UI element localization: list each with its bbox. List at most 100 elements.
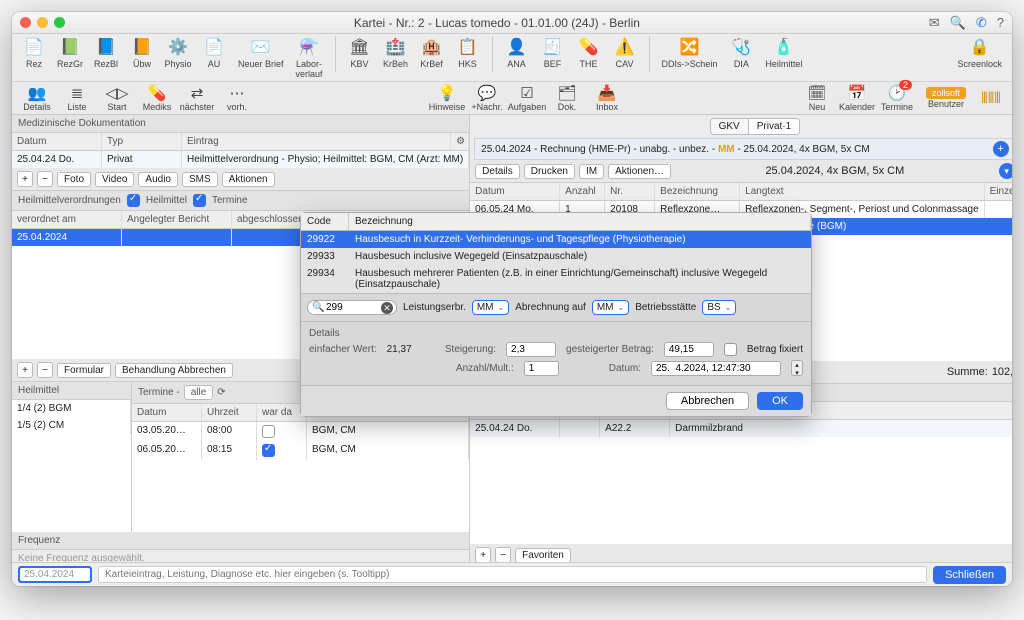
diag-add-button[interactable]: +	[475, 547, 491, 563]
heilmittel-row[interactable]: 1/4 (2) BGM	[12, 400, 131, 417]
nachr-button[interactable]: 💬+Nachr.	[468, 84, 506, 112]
datum-input[interactable]	[651, 361, 781, 376]
heilmittel-button[interactable]: 🧴Heilmittel	[761, 36, 806, 69]
hm-add-button[interactable]: +	[17, 362, 33, 378]
naechster-button[interactable]: ⇄nächster	[178, 84, 216, 112]
inbox-button[interactable]: 📥Inbox	[588, 84, 626, 112]
col-verordnet[interactable]: verordnet am	[12, 211, 122, 228]
neuer-brief-button[interactable]: ✉️Neuer Brief	[234, 36, 288, 69]
code-row[interactable]: 29922Hausbesuch in Kurzzeit- Verhinderun…	[301, 231, 811, 248]
foto-tab[interactable]: Foto	[57, 172, 91, 187]
datum-stepper[interactable]: ▴▾	[791, 360, 803, 376]
inv-dropdown-icon[interactable]: ▾	[999, 163, 1012, 179]
ana-button[interactable]: 👤ANA	[501, 36, 533, 69]
doc-remove-button[interactable]: −	[37, 171, 53, 187]
kbv-button[interactable]: 🏛KBV	[344, 36, 376, 69]
video-tab[interactable]: Video	[95, 172, 134, 187]
dia-button[interactable]: 🩺DIA	[725, 36, 757, 69]
minimize-window[interactable]	[37, 17, 48, 28]
inv-im-button[interactable]: IM	[579, 164, 604, 179]
invoice-add-button[interactable]: +	[993, 141, 1009, 157]
behandlung-abbrechen-tab[interactable]: Behandlung Abbrechen	[115, 363, 233, 378]
search-icon[interactable]: 🔍	[950, 15, 966, 31]
steigerung-input[interactable]	[506, 342, 556, 357]
termine-refresh-icon[interactable]: ⟳	[217, 387, 225, 398]
rezbl-button[interactable]: 📘RezBl	[90, 36, 122, 69]
col-datum[interactable]: Datum	[12, 133, 102, 150]
mediks-button[interactable]: 💊Mediks	[138, 84, 176, 112]
footer-date-input[interactable]	[20, 568, 90, 581]
cav-button[interactable]: ⚠️CAV	[609, 36, 641, 69]
leistungserbr-select[interactable]: MM⌄	[472, 300, 509, 315]
diag-remove-button[interactable]: −	[495, 547, 511, 563]
au-button[interactable]: 📄AU	[198, 36, 230, 69]
help-icon[interactable]: ?	[997, 15, 1004, 31]
rezgr-button[interactable]: 📗RezGr	[54, 36, 86, 69]
heilmittel-checkbox[interactable]	[127, 194, 140, 207]
ddis-button[interactable]: 🔀DDIs->Schein	[658, 36, 722, 69]
bef-button[interactable]: 🧾BEF	[537, 36, 569, 69]
col-typ[interactable]: Typ	[102, 133, 182, 150]
dok-button[interactable]: 🗂Dok.	[548, 84, 586, 112]
termine-filter-alle[interactable]: alle	[184, 385, 214, 400]
footer-quick-input[interactable]	[98, 566, 927, 583]
ov-col-bez[interactable]: Bezeichnung	[349, 213, 811, 230]
titlebar: Kartei - Nr.: 2 - Lucas tomedo - 01.01.0…	[12, 12, 1012, 34]
zoom-window[interactable]	[54, 17, 65, 28]
kalender-button[interactable]: 📅Kalender	[838, 84, 876, 112]
hm-date[interactable]: 25.04.2024	[12, 229, 122, 246]
termin-row[interactable]: 06.05.20…08:15BGM, CM	[132, 441, 469, 460]
krbeh-button[interactable]: 🏥KrBeh	[380, 36, 412, 69]
inv-drucken-button[interactable]: Drucken	[524, 164, 575, 179]
liste-button[interactable]: ≣Liste	[58, 84, 96, 112]
code-row[interactable]: 29934Hausbesuch mehrerer Patienten (z.B.…	[301, 265, 811, 293]
laborverlauf-button[interactable]: ⚗️Labor- verlauf	[292, 36, 327, 79]
barcode-button[interactable]: ⦀⦀⦀	[976, 89, 1006, 107]
krbef-button[interactable]: 🏨KrBef	[416, 36, 448, 69]
col-eintrag[interactable]: Eintrag	[182, 133, 451, 150]
code-row[interactable]: 29933Hausbesuch inclusive Wegegeld (Eins…	[301, 248, 811, 265]
mail-icon[interactable]: ✉	[929, 15, 940, 31]
ov-col-code[interactable]: Code	[301, 213, 349, 230]
screenlock-button[interactable]: 🔒Screenlock	[953, 36, 1006, 69]
inv-details-button[interactable]: Details	[475, 164, 520, 179]
audio-tab[interactable]: Audio	[138, 172, 178, 187]
abrechnung-select[interactable]: MM⌄	[592, 300, 629, 315]
aktionen-tab[interactable]: Aktionen	[222, 172, 275, 187]
phone-icon[interactable]: ✆	[976, 15, 987, 31]
sms-tab[interactable]: SMS	[182, 172, 218, 187]
physio-button[interactable]: ⚙️Physio	[162, 36, 194, 69]
details-button[interactable]: 👥Details	[18, 84, 56, 112]
anzahl-input[interactable]	[524, 361, 559, 376]
diag-favoriten-tab[interactable]: Favoriten	[515, 548, 571, 563]
betriebsstaette-select[interactable]: BS⌄	[702, 300, 736, 315]
inv-aktionen-button[interactable]: Aktionen…	[608, 164, 671, 179]
hm-remove-button[interactable]: −	[37, 362, 53, 378]
the-button[interactable]: 💊THE	[573, 36, 605, 69]
col-gear-icon[interactable]: ⚙	[451, 133, 469, 150]
rez-button[interactable]: 📄Rez	[18, 36, 50, 69]
formular-tab[interactable]: Formular	[57, 363, 111, 378]
heilmittel-row[interactable]: 1/5 (2) CM	[12, 417, 131, 434]
hks-button[interactable]: 📋HKS	[452, 36, 484, 69]
gesteigerter-input[interactable]	[664, 342, 714, 357]
cancel-button[interactable]: Abbrechen	[666, 392, 749, 410]
insurance-segmented[interactable]: GKV Privat·1	[710, 118, 801, 135]
uebw-button[interactable]: 📙Übw	[126, 36, 158, 69]
doc-add-button[interactable]: +	[17, 171, 33, 187]
benutzer-button[interactable]: zollsoftBenutzer	[918, 87, 974, 109]
start-button[interactable]: ◁▷Start	[98, 84, 136, 112]
termine-button[interactable]: 🕑Termine2	[878, 84, 916, 112]
betrag-fixiert-checkbox[interactable]	[724, 343, 737, 356]
termine-checkbox[interactable]	[193, 194, 206, 207]
aufgaben-button[interactable]: ☑Aufgaben	[508, 84, 546, 112]
hinweise-button[interactable]: 💡Hinweise	[428, 84, 466, 112]
neu-button[interactable]: 🗓Neu	[798, 84, 836, 112]
termin-row[interactable]: 03.05.20…08:00BGM, CM	[132, 422, 469, 441]
clear-search-icon[interactable]: ✕	[381, 302, 393, 314]
close-window[interactable]	[20, 17, 31, 28]
ok-button[interactable]: OK	[757, 392, 803, 410]
close-button[interactable]: Schließen	[933, 566, 1006, 584]
vorh-button[interactable]: ⋯vorh.	[218, 84, 256, 112]
col-angelegt[interactable]: Angelegter Bericht	[122, 211, 232, 228]
